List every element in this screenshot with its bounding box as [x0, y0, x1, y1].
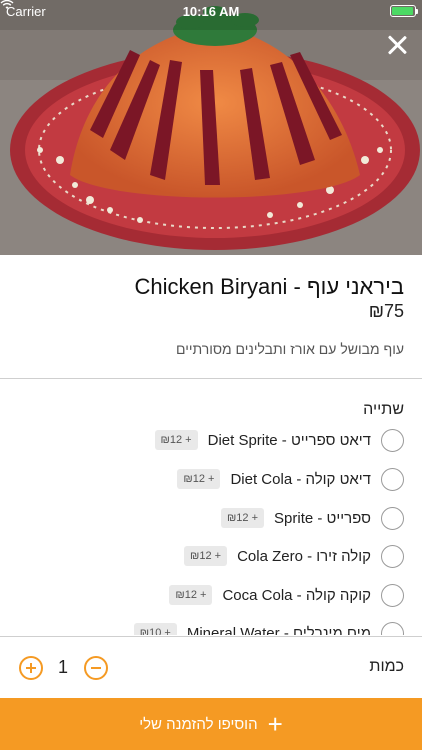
options-list[interactable]: שתייה דיאט ספרייט - Diet Sprite ₪12 + די…: [0, 379, 422, 635]
option-price-badge: ₪12 +: [184, 546, 228, 566]
quantity-bar: כמות 1: [0, 636, 422, 698]
close-icon[interactable]: [386, 34, 408, 56]
option-item[interactable]: ספרייט - Sprite ₪12 +: [220, 505, 404, 531]
option-item[interactable]: קולה זירו - Cola Zero ₪12 +: [184, 543, 404, 569]
radio-button[interactable]: [381, 467, 404, 491]
quantity-label: כמות: [369, 658, 404, 675]
dish-title: ביראני עוף - Chicken Biryani: [134, 274, 404, 299]
plus-icon: +: [267, 709, 283, 739]
battery-level: [392, 7, 413, 15]
radio-button[interactable]: [381, 428, 404, 452]
option-label: דיאט ספרייט - Diet Sprite: [207, 431, 371, 449]
dish-description: עוף מבושל עם אורז ותבלינים מסורתיים: [176, 341, 404, 357]
quantity-value: 1: [57, 657, 68, 677]
add-to-order-label: הוסיפו להזמנה שלי: [139, 715, 258, 733]
status-bar: Carrier 10:16 AM: [0, 0, 422, 22]
dish-photo: Carrier 10:16 AM: [0, 0, 422, 255]
option-item[interactable]: דיאט קולה - Diet Cola ₪12 +: [177, 466, 404, 492]
biryani-plate-illustration: [0, 0, 422, 255]
option-price-badge: ₪10 +: [133, 623, 177, 635]
option-item[interactable]: קוקה קולה - Coca Cola ₪12 +: [169, 582, 404, 608]
option-price-badge: ₪12 +: [177, 469, 221, 489]
radio-button[interactable]: [381, 544, 404, 568]
add-to-order-button[interactable]: הוסיפו להזמנה שלי +: [0, 698, 422, 750]
radio-button[interactable]: [381, 621, 404, 635]
increase-quantity-icon[interactable]: [19, 656, 43, 680]
option-label: מים מינרלים - Mineral Water: [186, 624, 371, 636]
dish-price: ₪75: [368, 301, 404, 321]
option-price-badge: ₪12 +: [169, 585, 213, 605]
option-label: קולה זירו - Cola Zero: [237, 547, 371, 565]
option-price-badge: ₪12 +: [154, 430, 198, 450]
status-time: 10:16 AM: [182, 3, 240, 19]
radio-button[interactable]: [381, 506, 404, 530]
option-price-badge: ₪12 +: [220, 508, 265, 528]
option-group-title: שתייה: [363, 401, 404, 418]
option-label: קוקה קולה - Coca Cola: [222, 586, 371, 604]
option-item[interactable]: דיאט ספרייט - Diet Sprite ₪12 +: [154, 427, 404, 453]
decrease-quantity-icon[interactable]: [84, 656, 108, 680]
option-label: דיאט קולה - Diet Cola: [230, 470, 371, 488]
option-item[interactable]: מים מינרלים - Mineral Water ₪10 +: [133, 620, 404, 636]
radio-button[interactable]: [381, 583, 404, 607]
option-label: ספרייט - Sprite: [274, 509, 371, 527]
battery-icon: [390, 5, 418, 17]
